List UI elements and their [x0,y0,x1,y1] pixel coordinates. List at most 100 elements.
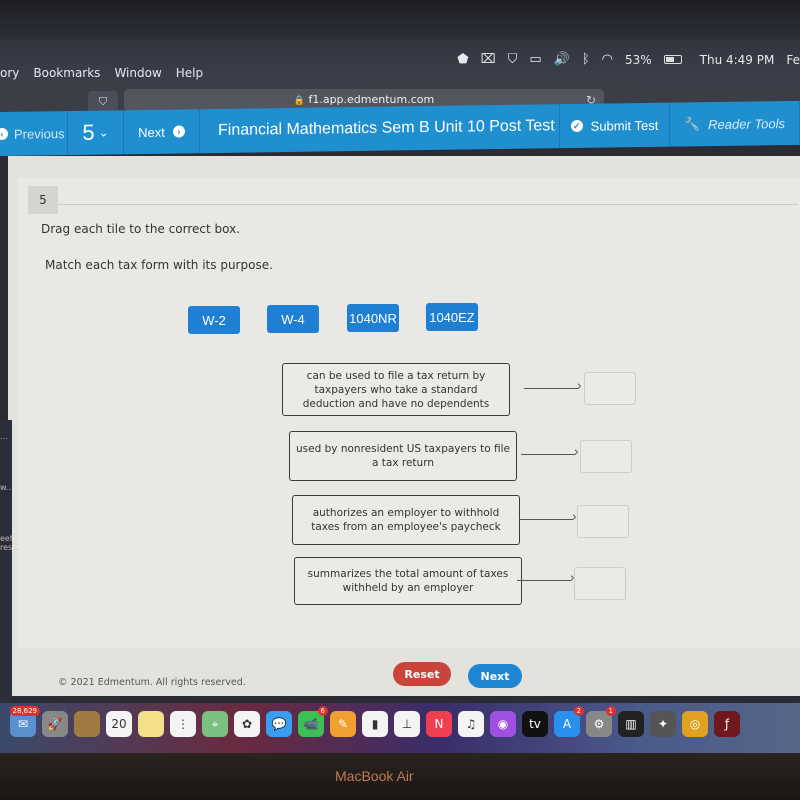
tile-1040ez[interactable]: 1040EZ [426,303,478,331]
screen-bezel-top [0,0,800,40]
macos-menubar: ory Bookmarks Window Help ⬟ ⌧ ⛉ ▭ 🔊 ᛒ ◠ … [0,40,800,82]
description-2: used by nonresident US taxpayers to file… [289,431,517,481]
drop-box-4[interactable] [574,567,626,600]
keynote-glyph: ⊥ [401,717,413,731]
dock-calendar-icon[interactable]: 20 [106,711,132,737]
reader-tools-label: Reader Tools [708,115,786,132]
notification-badge: 6 [317,706,328,716]
side-snippet: w... [0,483,14,492]
arrow-left-icon: ‹ [0,127,8,141]
description-3: authorizes an employer to withhold taxes… [292,495,520,545]
macos-dock: ✉ 28,629 🚀 20 ⋮ ⌖ ✿ 💬 📹 6 ✎ ▮ ⊥ N ♫ ◉ tv A 2 ⚙ 1 ▥ ✦ ◎ ƒ [0,703,800,753]
dock-facetime-icon[interactable]: 📹 6 [298,706,328,737]
news-glyph: N [434,717,444,731]
dock-notes-icon[interactable] [138,711,164,737]
dock-photos-icon[interactable]: ✿ [234,711,260,737]
dock-compass-icon[interactable]: ✦ [650,711,676,737]
maps-glyph: ⌖ [211,716,219,731]
arrow-2 [521,445,579,460]
dock-mail-icon[interactable]: ✉ 28,629 [9,706,40,737]
pages-glyph: ✎ [337,717,349,731]
divider [58,204,798,205]
reset-button[interactable]: Reset [393,662,451,686]
airplay-icon[interactable]: ▭ [529,52,541,67]
description-1: can be used to file a tax return by taxp… [282,363,510,416]
clock[interactable]: Thu 4:49 PM [700,53,775,67]
menu-history[interactable]: ory [0,66,19,80]
photos-glyph: ✿ [241,717,253,731]
drop-box-2[interactable] [580,440,632,473]
dock-notebook-icon[interactable] [74,711,100,737]
dock-music-icon[interactable]: ♫ [458,711,484,737]
instruction-text: Drag each tile to the correct box. [41,222,240,236]
previous-button[interactable]: ‹ Previous [0,111,68,156]
menu-help[interactable]: Help [176,66,203,80]
compass-glyph: ✦ [657,717,669,731]
dock-reminders-icon[interactable]: ⋮ [170,711,196,737]
system-preferences-glyph: ⚙ [593,717,605,731]
notification-badge: 28,629 [9,706,40,716]
shield-icon: ⛉ [98,95,108,108]
battery-percent[interactable]: 53% [625,53,652,67]
volume-icon[interactable]: 🔊 [554,52,570,67]
drop-box-1[interactable] [584,372,636,405]
question-number-badge: 5 [28,186,58,214]
tile-w4[interactable]: W-4 [267,305,319,333]
dock-chrome-icon[interactable]: ◎ [682,711,708,737]
podcasts-glyph: ◉ [497,717,509,731]
url-text: f1.app.edmentum.com [308,93,435,106]
menu-window[interactable]: Window [114,66,161,80]
question-number: 5 [82,119,95,145]
battery-icon[interactable] [663,55,682,64]
shield-alert-icon[interactable]: ⬟ [457,52,468,67]
dock-tv-icon[interactable]: tv [522,711,548,737]
messages-glyph: 💬 [271,717,287,731]
content-page: 5 Drag each tile to the correct box. Mat… [8,156,800,696]
dock-piano-icon[interactable]: ▥ [618,711,644,737]
question-card: 5 Drag each tile to the correct box. Mat… [18,178,800,688]
chrome-glyph: ◎ [689,717,701,731]
bluetooth-icon[interactable]: ᛒ [582,52,590,67]
check-circle-icon: ✓ [570,119,583,133]
tile-1040nr[interactable]: 1040NR [347,304,399,332]
dock-maps-icon[interactable]: ⌖ [202,711,228,737]
dock-podcasts-icon[interactable]: ◉ [490,711,516,737]
arrow-1 [524,379,582,394]
dock-system-preferences-icon[interactable]: ⚙ 1 [586,706,616,737]
next-nav-button[interactable]: Next › [124,109,200,155]
side-snippet: ... [0,432,8,441]
notification-badge: 1 [605,706,616,716]
submit-test-button[interactable]: ✓ Submit Test [560,102,670,149]
dock-app-store-icon[interactable]: A2 [554,706,584,737]
notification-badge: 2 [573,706,584,716]
question-selector[interactable]: 5 ⌄ [68,110,124,156]
app-store-glyph: A [562,717,572,731]
dock-keynote-icon[interactable]: ⊥ [394,711,420,737]
calendar-glyph: 20 [111,717,127,731]
dock-pages-icon[interactable]: ✎ [330,711,356,737]
dock-launchpad-icon[interactable]: 🚀 [42,711,68,737]
mcafee-icon[interactable]: ⛉ [508,52,518,67]
reader-tools-button[interactable]: 🔧 Reader Tools [670,100,800,147]
mail-glyph: ✉ [17,717,29,731]
dock-numbers-icon[interactable]: ▮ [362,711,388,737]
music-glyph: ♫ [465,717,477,731]
next-button[interactable]: Next [468,664,522,688]
tile-w2[interactable]: W-2 [188,306,240,334]
screen-record-icon[interactable]: ⌧ [481,52,496,67]
dock-messages-icon[interactable]: 💬 [266,711,292,737]
launchpad-glyph: 🚀 [47,717,63,731]
status-area: ⬟ ⌧ ⛉ ▭ 🔊 ᛒ ◠ 53% Thu 4:49 PM Fe [457,52,800,67]
dock-flash-icon[interactable]: ƒ [714,711,740,737]
arrow-4 [517,571,575,586]
wrench-icon: 🔧 [683,116,701,132]
submit-label: Submit Test [590,117,659,134]
drop-box-3[interactable] [577,505,629,538]
wifi-icon[interactable]: ◠ [602,52,613,67]
menu-bookmarks[interactable]: Bookmarks [33,66,100,80]
facetime-glyph: 📹 [303,717,319,731]
dock-news-icon[interactable]: N [426,711,452,737]
tv-glyph: tv [529,717,541,731]
piano-glyph: ▥ [625,717,637,731]
arrow-right-icon: › [172,125,185,138]
